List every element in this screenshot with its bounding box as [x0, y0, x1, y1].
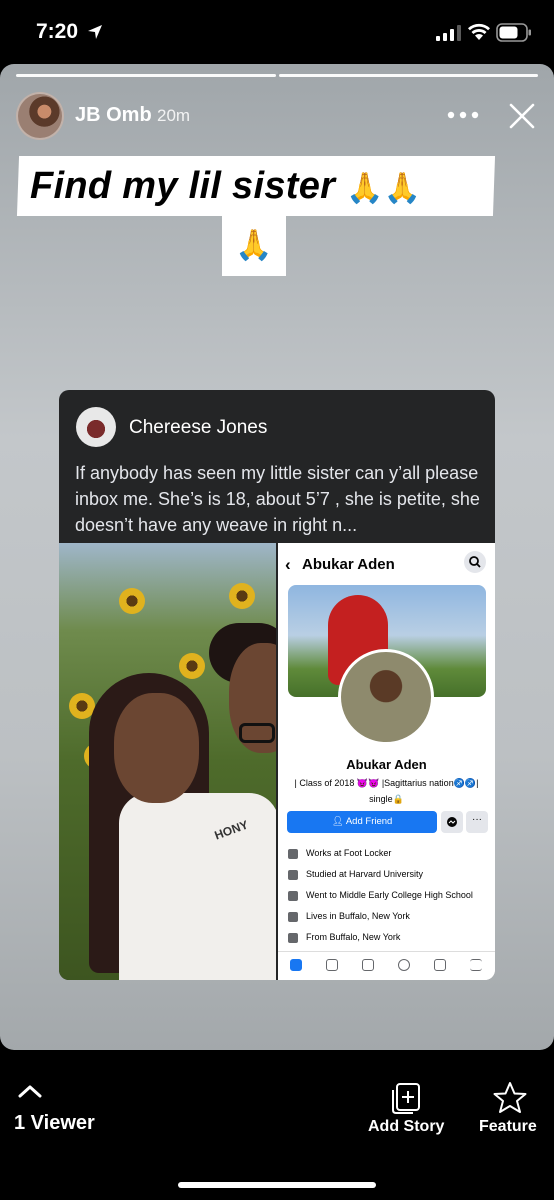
- messenger-icon: [441, 811, 463, 833]
- avatar[interactable]: [16, 92, 64, 140]
- location-pin-icon: [288, 932, 298, 943]
- profile-picture: [338, 649, 434, 745]
- location-arrow-icon: [88, 25, 102, 39]
- star-icon[interactable]: [492, 1080, 528, 1116]
- more-options-icon[interactable]: [446, 110, 480, 120]
- info-text: Went to Middle Early College High School: [306, 890, 473, 900]
- watch-tab-icon: [326, 959, 338, 971]
- add-story-icon[interactable]: [391, 1082, 423, 1114]
- add-friend-label: Add Friend: [345, 816, 393, 827]
- status-bar: 7:20: [0, 0, 554, 64]
- status-time: 7:20: [36, 20, 79, 43]
- person-face: [114, 693, 199, 803]
- info-row-work: Works at Foot Locker: [288, 848, 391, 859]
- caption-text: Find my lil sister: [30, 165, 336, 207]
- story-caption: Find my lil sister 🙏🙏: [30, 156, 421, 216]
- profile-bio-line: single🔒: [369, 794, 404, 804]
- info-row-from: From Buffalo, New York: [288, 932, 400, 943]
- praying-hands-emoji: 🙏: [235, 229, 273, 262]
- profile-header-name: Abukar Aden: [302, 556, 395, 573]
- person-shirt: HONY: [119, 793, 276, 980]
- graduation-cap-icon: [288, 869, 298, 880]
- glasses: [239, 723, 275, 743]
- graduation-cap-icon: [288, 890, 298, 901]
- facebook-profile-screenshot: ‹ Abukar Aden Abukar Aden | Class of 201…: [278, 543, 495, 980]
- praying-hands-emoji: 🙏🙏: [346, 172, 422, 205]
- search-icon: [464, 551, 486, 573]
- info-row-lives: Lives in Buffalo, New York: [288, 911, 410, 922]
- battery-icon: [496, 23, 531, 42]
- briefcase-icon: [288, 848, 298, 859]
- profile-bio-line: | Class of 2018 😈😈 |Sagittarius nation♐♐…: [294, 778, 479, 788]
- shared-post-card[interactable]: Chereese Jones If anybody has seen my li…: [59, 390, 495, 980]
- info-row-education: Studied at Harvard University: [288, 869, 423, 880]
- facebook-tab-bar: [278, 951, 495, 980]
- story-username[interactable]: JB Omb: [75, 104, 152, 127]
- story-progress-segment: [16, 74, 276, 77]
- profile-bio: | Class of 2018 😈😈 |Sagittarius nation♐♐…: [286, 775, 487, 807]
- info-text: From Buffalo, New York: [306, 932, 401, 942]
- back-chevron-icon: ‹: [285, 555, 291, 574]
- sunflower-decoration: [119, 588, 145, 614]
- story-time-ago: 20m: [157, 106, 191, 125]
- story-bottom-bar: 1 Viewer Add Story Feature: [0, 1050, 554, 1200]
- chevron-up-icon[interactable]: [18, 1084, 42, 1098]
- home-tab-icon: [290, 959, 302, 971]
- notifications-tab-icon: [434, 959, 446, 971]
- post-photo-girl: HONY: [59, 543, 276, 980]
- info-text: Lives in Buffalo, New York: [306, 911, 410, 921]
- groups-tab-icon: [398, 959, 410, 971]
- info-row-school: Went to Middle Early College High School: [288, 890, 473, 901]
- story-viewer[interactable]: JB Omb 20m Find my lil sister 🙏🙏 🙏 Chere…: [0, 64, 554, 1050]
- profile-name: Abukar Aden: [346, 757, 427, 772]
- viewers-count[interactable]: 1 Viewer: [14, 1112, 95, 1135]
- more-options-icon: ···: [466, 811, 488, 833]
- sunflower-decoration: [179, 653, 205, 679]
- add-friend-icon: 👤︎: [331, 816, 346, 827]
- story-progress-segment: [279, 74, 538, 77]
- feature-button[interactable]: Feature: [479, 1118, 537, 1136]
- post-text: If anybody has seen my little sister can…: [75, 463, 480, 535]
- info-text: Works at Foot Locker: [306, 848, 392, 858]
- cellular-signal-icon: [436, 25, 461, 41]
- wifi-icon: [468, 23, 490, 40]
- marketplace-tab-icon: [362, 959, 374, 971]
- close-icon[interactable]: [508, 102, 536, 130]
- sunflower-decoration: [229, 583, 255, 609]
- add-story-button[interactable]: Add Story: [368, 1118, 444, 1136]
- home-icon: [288, 911, 298, 922]
- home-indicator[interactable]: [178, 1182, 376, 1188]
- info-text: Studied at Harvard University: [306, 869, 424, 879]
- shirt-text: HONY: [212, 817, 251, 843]
- menu-tab-icon: [470, 959, 482, 971]
- caption-background-line2: 🙏: [222, 216, 286, 276]
- add-friend-button: 👤︎ Add Friend: [287, 811, 437, 833]
- post-author-name: Chereese Jones: [129, 417, 268, 438]
- post-author-avatar: [76, 407, 116, 447]
